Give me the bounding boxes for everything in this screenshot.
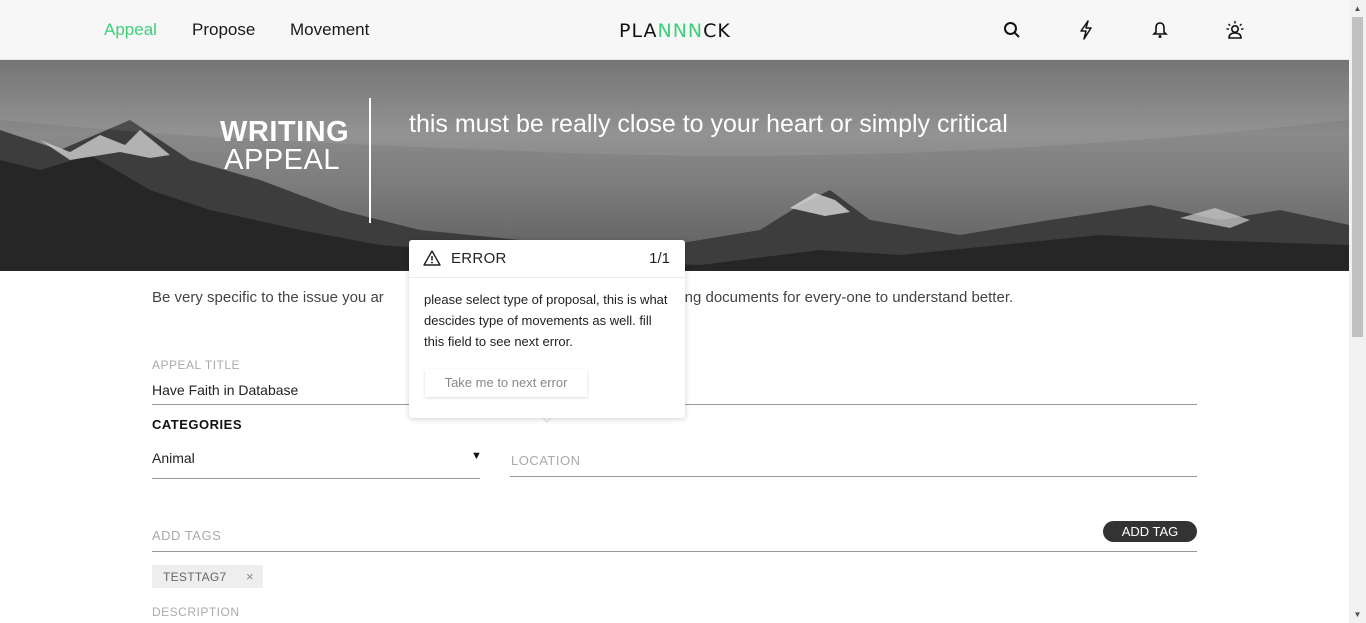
appeal-title-label: APPEAL TITLE <box>152 358 241 372</box>
intro-text-left: Be very specific to the issue you ar <box>152 289 384 306</box>
error-message: please select type of proposal, this is … <box>424 292 668 349</box>
scroll-up-arrow-icon[interactable]: ▲ <box>1349 0 1366 17</box>
profile-icon[interactable] <box>1225 20 1245 40</box>
location-underline <box>510 476 1197 477</box>
tags-underline <box>152 551 1197 552</box>
nav-link-appeal[interactable]: Appeal <box>104 20 157 40</box>
logo-part-2: NNN <box>657 20 704 42</box>
appeal-title-input[interactable]: Have Faith in Database <box>152 382 298 398</box>
categories-label: CATEGORIES <box>152 417 242 432</box>
add-tags-input[interactable]: ADD TAGS <box>152 528 221 543</box>
nav-link-movement[interactable]: Movement <box>290 20 369 40</box>
top-navbar: Appeal Propose Movement PLA NNN CK <box>0 0 1349 60</box>
error-title: ERROR <box>451 250 507 267</box>
intro-text-right: orting documents for every-one to unders… <box>663 289 1014 306</box>
scroll-thumb[interactable] <box>1352 17 1363 337</box>
next-error-button[interactable]: Take me to next error <box>425 369 587 397</box>
add-tag-button[interactable]: ADD TAG <box>1103 521 1197 542</box>
hero-divider <box>369 98 371 223</box>
logo-part-3: CK <box>703 20 731 42</box>
tag-chip-label: TESTTAG7 <box>163 570 227 584</box>
hero-title: WRITING APPEAL <box>220 118 349 176</box>
search-icon[interactable] <box>1002 20 1022 40</box>
description-label: DESCRIPTION <box>152 605 240 619</box>
hero-title-line2: APPEAL <box>224 144 340 176</box>
bell-icon[interactable] <box>1150 20 1170 40</box>
hero-tagline: this must be really close to your heart … <box>409 110 1008 138</box>
tag-chip: TESTTAG7 × <box>152 565 263 588</box>
page-scrollbar[interactable]: ▲ ▼ <box>1349 0 1366 623</box>
dropdown-arrow-icon[interactable]: ▼ <box>471 450 482 462</box>
category-select[interactable]: Animal <box>152 450 195 466</box>
logo-part-1: PLA <box>619 20 658 42</box>
error-popover-header: ERROR 1/1 <box>409 240 685 278</box>
location-input[interactable]: LOCATION <box>511 453 581 468</box>
lightning-icon[interactable] <box>1076 20 1096 40</box>
warning-icon <box>423 250 441 266</box>
category-underline <box>152 478 480 479</box>
remove-tag-icon[interactable]: × <box>246 569 254 584</box>
scroll-down-arrow-icon[interactable]: ▼ <box>1349 606 1366 623</box>
logo[interactable]: PLA NNN CK <box>619 20 731 42</box>
nav-link-propose[interactable]: Propose <box>192 20 255 40</box>
error-count: 1/1 <box>649 250 670 267</box>
